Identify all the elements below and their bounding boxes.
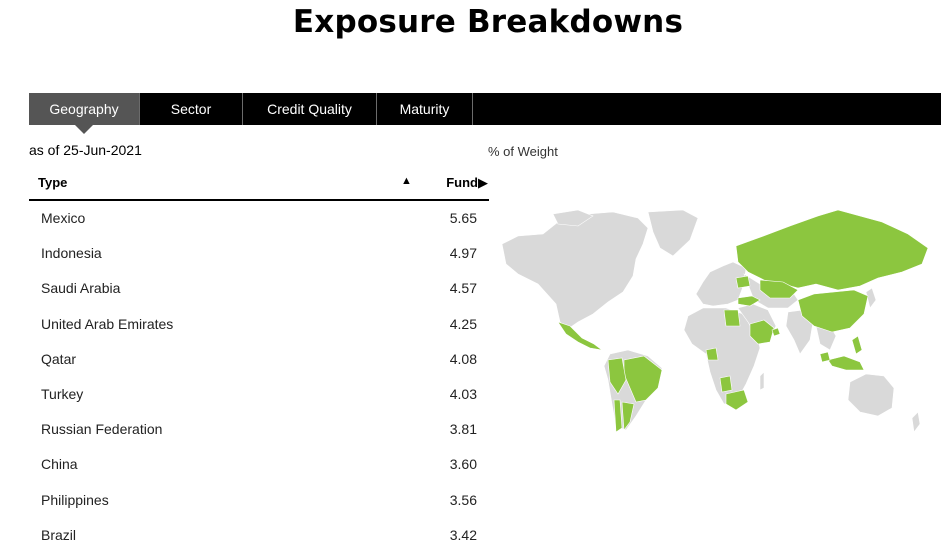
table-header: Type ▲ Fund▶ xyxy=(29,168,489,201)
table-row: Qatar 4.08 xyxy=(29,342,489,377)
map-region-australia xyxy=(847,373,895,417)
row-country: United Arab Emirates xyxy=(41,315,174,332)
row-fund-weight: 5.65 xyxy=(449,210,477,226)
column-header-type[interactable]: Type xyxy=(38,175,67,190)
tab-sector[interactable]: Sector xyxy=(140,93,243,125)
table-row: Turkey 4.03 xyxy=(29,377,489,412)
row-fund-weight: 4.25 xyxy=(449,315,477,332)
row-country: Philippines xyxy=(41,491,109,508)
row-fund-weight: 3.60 xyxy=(449,456,477,473)
sort-ascending-icon[interactable]: ▲ xyxy=(401,175,412,187)
table-row: Saudi Arabia 4.57 xyxy=(29,271,489,306)
map-country-philippines xyxy=(851,335,863,355)
map-country-egypt xyxy=(723,309,741,327)
table-row: Russian Federation 3.81 xyxy=(29,412,489,447)
map-region-madagascar xyxy=(759,371,765,391)
tab-maturity[interactable]: Maturity xyxy=(377,93,473,125)
row-country: Saudi Arabia xyxy=(41,280,121,297)
map-country-ukraine xyxy=(735,275,751,289)
row-country: Mexico xyxy=(41,210,86,226)
row-fund-weight: 3.56 xyxy=(449,491,477,508)
table-row: Indonesia 4.97 xyxy=(29,236,489,271)
row-fund-weight: 4.03 xyxy=(449,385,477,402)
table-row: Mexico 5.65 xyxy=(29,201,489,236)
tab-credit-quality[interactable]: Credit Quality xyxy=(243,93,377,125)
map-country-russia xyxy=(735,209,929,291)
row-country: Indonesia xyxy=(41,245,102,262)
row-country: China xyxy=(41,456,78,473)
row-country: Qatar xyxy=(41,350,77,367)
table-row: China 3.60 xyxy=(29,447,489,482)
column-header-fund[interactable]: Fund▶ xyxy=(446,175,488,191)
table-row: Philippines 3.56 xyxy=(29,483,489,518)
row-fund-weight: 4.08 xyxy=(449,350,477,367)
row-fund-weight: 4.57 xyxy=(449,280,477,297)
map-region-greenland xyxy=(647,209,699,257)
row-country: Turkey xyxy=(41,385,84,402)
map-weight-label: % of Weight xyxy=(488,144,558,159)
as-of-date: as of 25-Jun-2021 xyxy=(29,142,142,158)
table-row: Brazil 3.42 xyxy=(29,518,489,553)
map-country-indonesia xyxy=(827,355,865,371)
map-country-mexico xyxy=(557,321,603,351)
map-region-new-zealand xyxy=(911,411,921,433)
table-row: United Arab Emirates 4.25 xyxy=(29,307,489,342)
map-country-south-africa xyxy=(725,389,749,411)
row-fund-weight: 3.42 xyxy=(449,526,477,543)
page-title: Exposure Breakdowns xyxy=(292,4,684,40)
map-country-angola xyxy=(719,375,733,393)
map-country-nigeria xyxy=(705,347,719,361)
world-exposure-map[interactable] xyxy=(498,204,941,436)
map-country-malaysia xyxy=(819,351,831,363)
map-region-north-america xyxy=(501,211,649,330)
row-country: Brazil xyxy=(41,526,77,543)
row-country: Russian Federation xyxy=(41,421,163,438)
row-fund-weight: 3.81 xyxy=(449,421,477,438)
tab-geography[interactable]: Geography xyxy=(29,93,140,134)
exposure-table-body: Mexico 5.65 Indonesia 4.97 Saudi Arabia 4.5… xyxy=(29,201,489,553)
row-fund-weight: 4.97 xyxy=(449,245,477,262)
tab-bar: Geography Sector Credit Quality Maturity xyxy=(29,93,941,134)
